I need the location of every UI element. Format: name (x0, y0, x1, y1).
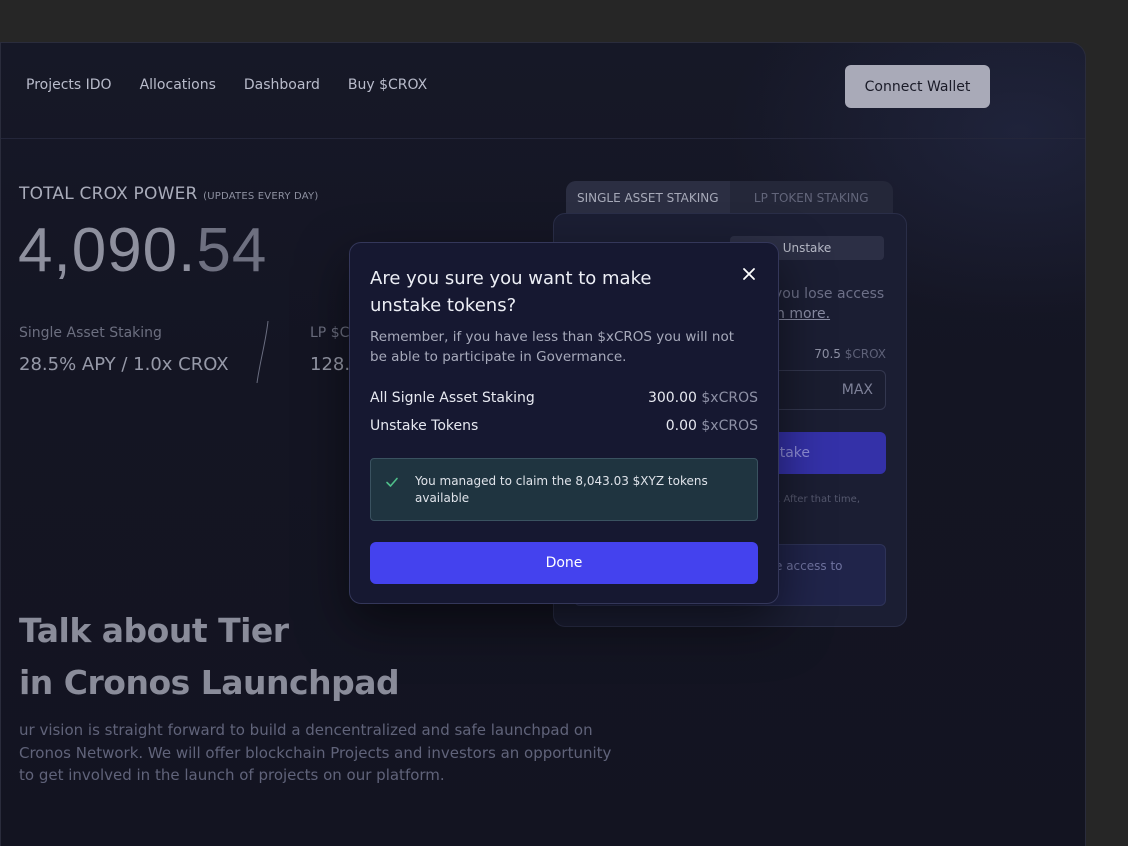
success-alert: You managed to claim the 8,043.03 $XYZ t… (370, 458, 758, 521)
nav-links: Projects IDO Allocations Dashboard Buy $… (26, 77, 427, 93)
summary-row-amount: 300.00 (647, 390, 697, 406)
done-button[interactable]: Done (370, 542, 758, 584)
summary-row-label: Unstake Tokens (370, 418, 479, 434)
summary-row-unit: $xCROS (701, 418, 758, 434)
nav-link-dashboard[interactable]: Dashboard (244, 77, 320, 93)
card-balance: 70.5 $CROX (814, 347, 886, 361)
top-nav: Projects IDO Allocations Dashboard Buy $… (1, 43, 1085, 139)
total-power-subtitle: (UPDATES EVERY DAY) (203, 191, 319, 202)
connect-wallet-button[interactable]: Connect Wallet (845, 65, 990, 108)
summary-row-value: 300.00 $xCROS (648, 390, 758, 406)
tab-single-asset-staking[interactable]: SINGLE ASSET STAKING (566, 181, 730, 215)
alert-text: You managed to claim the 8,043.03 $XYZ t… (415, 474, 708, 505)
total-power-int: 4,090. (18, 216, 197, 285)
lp-staking-label: LP $C (310, 325, 350, 341)
tab-lp-token-staking[interactable]: LP TOKEN STAKING (730, 181, 894, 215)
total-power-decimals: 54 (196, 216, 268, 285)
total-power-title-text: TOTAL CROX POWER (19, 184, 198, 204)
max-button[interactable]: MAX (842, 382, 873, 398)
close-icon[interactable] (740, 265, 758, 283)
summary-row-value: 0.00 $xCROS (666, 418, 758, 434)
summary-row-unit: $xCROS (701, 390, 758, 406)
nav-link-buy-crox[interactable]: Buy $CROX (348, 77, 427, 93)
single-staking-label: Single Asset Staking (19, 325, 162, 341)
summary-row-label: All Signle Asset Staking (370, 390, 535, 406)
total-power-title: TOTAL CROX POWER (UPDATES EVERY DAY) (19, 184, 318, 204)
tier-heading: Talk about Tier in Cronos Launchpad (19, 605, 400, 709)
single-staking-value: 28.5% APY / 1.0x CROX (19, 354, 229, 375)
modal-title: Are you sure you want to make unstake to… (370, 268, 652, 316)
summary-row-unstake: Unstake Tokens 0.00 $xCROS (370, 418, 758, 438)
nav-link-projects-ido[interactable]: Projects IDO (26, 77, 112, 93)
card-balance-unit: $CROX (844, 347, 886, 361)
modal-description: Remember, if you have less than $xCROS y… (370, 329, 735, 365)
tier-description: ur vision is straight forward to build a… (19, 721, 612, 784)
staking-tabs: SINGLE ASSET STAKING LP TOKEN STAKING (566, 181, 893, 215)
unstake-confirm-modal: Are you sure you want to make unstake to… (349, 242, 779, 604)
stat-divider (256, 321, 269, 383)
tier-heading-line1: Talk about Tier (19, 611, 289, 650)
tier-heading-line2: in Cronos Launchpad (19, 663, 400, 702)
summary-row-amount: 0.00 (665, 418, 697, 434)
nav-link-allocations[interactable]: Allocations (140, 77, 216, 93)
card-balance-value: 70.5 (814, 347, 841, 361)
learn-more-link[interactable]: n more. (776, 306, 830, 322)
card-text-line1: you lose access (774, 286, 885, 302)
check-icon (386, 477, 398, 487)
summary-row-staking: All Signle Asset Staking 300.00 $xCROS (370, 390, 758, 410)
total-power-value: 4,090.54 (18, 215, 267, 286)
